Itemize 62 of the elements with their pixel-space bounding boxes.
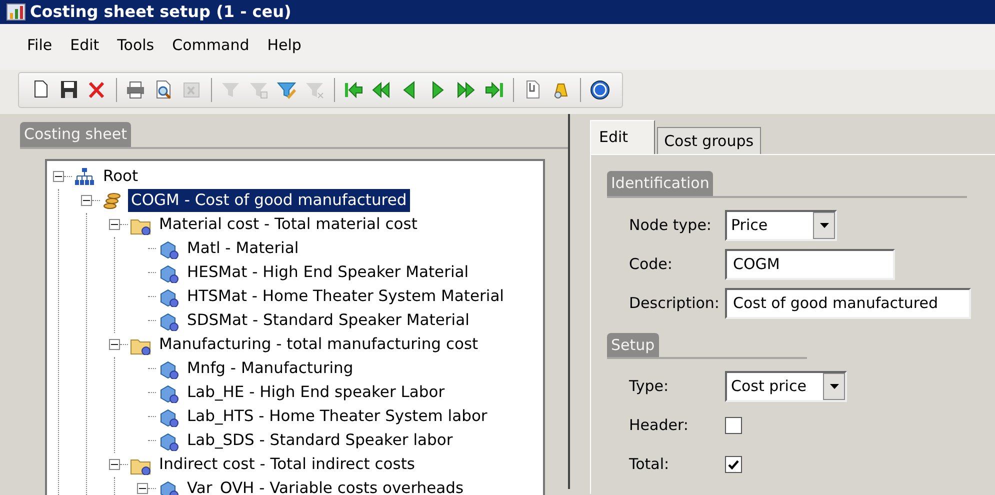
cube-gear-icon <box>158 478 180 495</box>
collapse-toggle[interactable] <box>53 171 64 182</box>
field-label: Node type: <box>628 214 712 236</box>
caret-icon <box>820 222 828 228</box>
cube-gear-icon <box>158 262 180 282</box>
collapse-toggle[interactable] <box>109 339 120 350</box>
cube-gear-icon <box>158 310 180 330</box>
checkmark-icon <box>728 460 739 470</box>
hierarchy-icon <box>74 166 96 186</box>
section-title: Identification <box>607 171 714 196</box>
tree-item[interactable]: Material cost - Total material cost <box>156 212 420 236</box>
caret-icon <box>830 384 838 389</box>
text-field[interactable]: Cost of good manufactured <box>725 288 971 318</box>
tree-item[interactable]: Root <box>100 164 142 188</box>
dropdown[interactable]: Price <box>725 210 837 240</box>
cube-gear-icon <box>158 430 180 450</box>
field-label: Total: <box>628 454 670 476</box>
text-field[interactable]: COGM <box>725 248 895 280</box>
first-record-icon <box>343 79 365 101</box>
print-icon <box>125 79 147 101</box>
collapse-toggle[interactable] <box>109 459 120 470</box>
fast-forward-icon <box>455 79 477 101</box>
tree-item[interactable]: Indirect cost - Total indirect costs <box>156 452 418 476</box>
collapse-toggle[interactable] <box>137 483 148 494</box>
checkbox[interactable] <box>725 417 742 434</box>
tree-item[interactable]: Manufacturing - total manufacturing cost <box>156 332 482 356</box>
tab[interactable]: Edit <box>590 120 656 154</box>
tree-item[interactable]: Mnfg - Manufacturing <box>184 356 356 380</box>
menu-item[interactable]: File <box>18 34 62 70</box>
tree-item[interactable]: Var_OVH - Variable costs overheads <box>184 476 467 495</box>
section-title: Setup <box>607 332 659 357</box>
tree-item[interactable]: HESMat - High End Speaker Material <box>184 260 472 284</box>
collapse-toggle[interactable] <box>81 195 92 206</box>
group-title: Costing sheet <box>20 122 131 146</box>
window-title: Costing sheet setup (1 - ceu) <box>30 1 292 23</box>
tree-item[interactable]: SDSMat - Standard Speaker Material <box>184 308 472 332</box>
tree-item[interactable]: Lab_HE - High End speaker Labor <box>184 380 448 404</box>
tree-item[interactable]: Lab_SDS - Standard Speaker labor <box>184 428 456 452</box>
menu-item[interactable]: Edit <box>61 34 108 70</box>
app-icon <box>6 3 26 21</box>
field-label: Type: <box>628 376 670 398</box>
menu-item[interactable]: Command <box>163 34 258 70</box>
cube-gear-icon <box>158 358 180 378</box>
field-label: Description: <box>628 292 720 314</box>
tree-item[interactable]: Matl - Material <box>184 236 302 260</box>
tree-item[interactable]: HTSMat - Home Theater System Material <box>184 284 507 308</box>
cube-gear-icon <box>158 406 180 426</box>
save-icon <box>58 79 80 101</box>
checkbox[interactable] <box>725 456 742 473</box>
cube-gear-icon <box>158 382 180 402</box>
tree-item[interactable]: Lab_HTS - Home Theater System labor <box>184 404 490 428</box>
cube-gear-icon <box>158 238 180 258</box>
last-record-icon <box>483 79 505 101</box>
field-label: Code: <box>628 254 674 275</box>
menu-item[interactable]: Tools <box>108 34 164 70</box>
menu-item[interactable]: Help <box>258 34 310 70</box>
tab[interactable]: Cost groups <box>657 126 761 154</box>
field-label: Header: <box>628 415 690 436</box>
tree-item[interactable]: COGM - Cost of good manufactured <box>128 188 410 212</box>
dropdown[interactable]: Cost price <box>725 371 847 402</box>
cube-gear-icon <box>158 286 180 306</box>
collapse-toggle[interactable] <box>109 219 120 230</box>
